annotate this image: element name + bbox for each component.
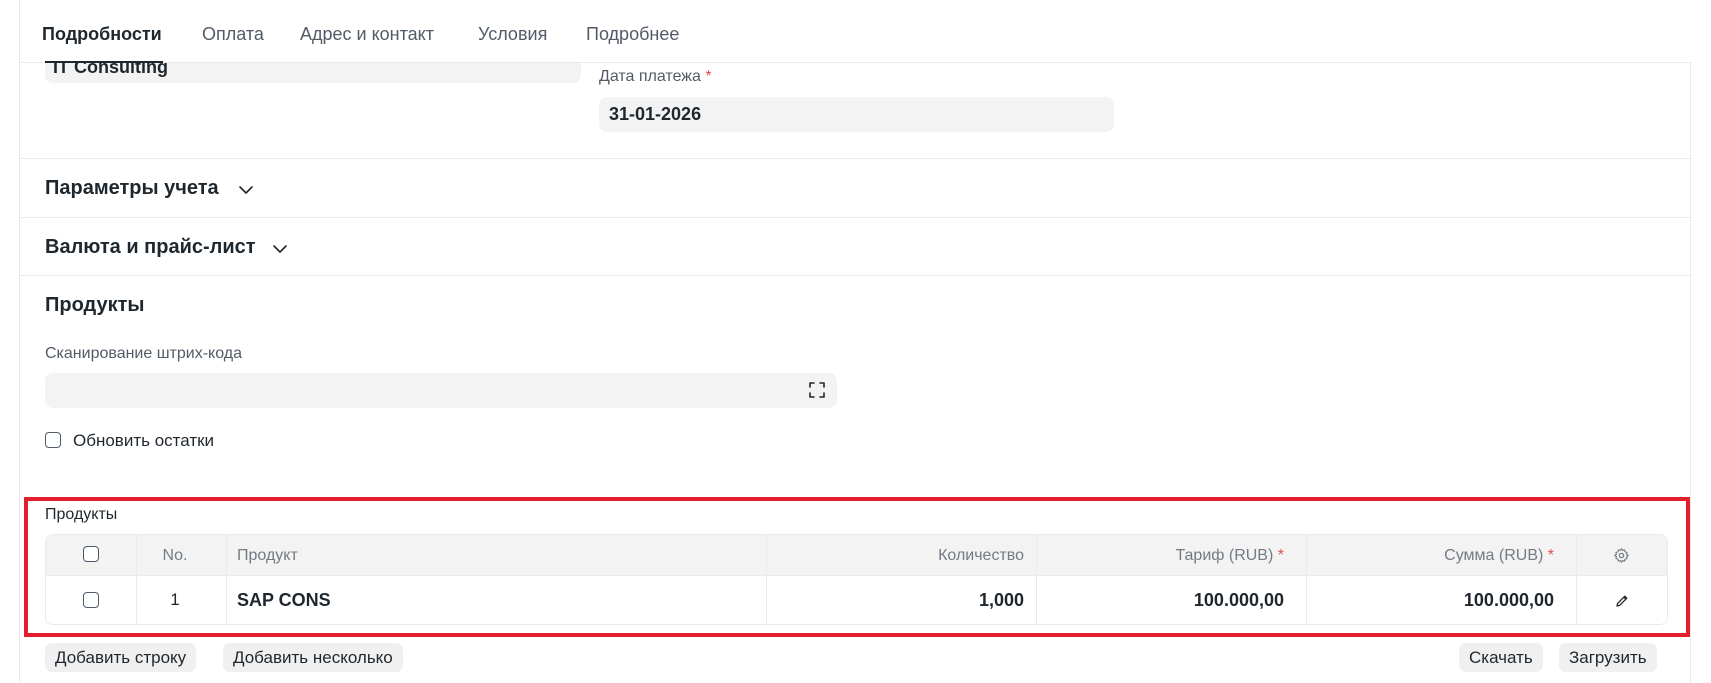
add-multiple-button[interactable]: Добавить несколько [223, 643, 403, 672]
column-separator [136, 535, 137, 624]
edit-pencil-icon[interactable] [1614, 593, 1630, 609]
barcode-label: Сканирование штрих-кода [45, 345, 242, 362]
items-table: No. Продукт Количество Тариф (RUB) * Сум… [45, 534, 1668, 625]
row-qty[interactable]: 1,000 [766, 590, 1024, 611]
chevron-down-icon[interactable] [237, 181, 255, 199]
row-rate[interactable]: 100.000,00 [1034, 590, 1284, 611]
tab-details[interactable]: Подробности [42, 24, 162, 45]
form-tabs: Подробности Оплата Адрес и контакт Услов… [20, 0, 1692, 63]
column-header-qty: Количество [938, 547, 1024, 564]
row-checkbox[interactable] [83, 592, 99, 608]
gear-icon[interactable] [1613, 547, 1630, 564]
section-currency-title[interactable]: Валюта и прайс-лист [45, 236, 256, 259]
fullscreen-scan-icon[interactable] [808, 381, 826, 399]
row-no: 1 [170, 590, 180, 609]
divider [20, 275, 1692, 276]
active-tab-indicator [45, 61, 163, 63]
update-stock-checkbox[interactable] [45, 432, 61, 448]
select-all-checkbox[interactable] [83, 546, 99, 562]
upload-button[interactable]: Загрузить [1559, 643, 1657, 672]
chevron-down-icon[interactable] [271, 240, 289, 258]
column-header-amount: Сумма (RUB) * [1444, 547, 1554, 564]
form-card: IT Consulting Подробности Оплата Адрес и… [19, 0, 1692, 683]
barcode-input[interactable] [45, 373, 837, 408]
add-row-button[interactable]: Добавить строку [45, 643, 197, 672]
column-separator [1576, 535, 1577, 624]
column-separator [1306, 535, 1307, 624]
table-header: No. Продукт Количество Тариф (RUB) * Сум… [46, 535, 1667, 576]
divider [20, 217, 1692, 218]
column-separator [226, 535, 227, 624]
section-products-title: Продукты [45, 294, 145, 316]
page: IT Consulting Подробности Оплата Адрес и… [0, 0, 1711, 683]
column-header-product: Продукт [237, 547, 298, 564]
column-separator [766, 535, 767, 624]
column-header-rate: Тариф (RUB) * [1175, 547, 1284, 564]
row-amount: 100.000,00 [1463, 590, 1554, 610]
section-accounting-title[interactable]: Параметры учета [45, 177, 219, 200]
column-separator [1036, 535, 1037, 624]
items-grid-label: Продукты [45, 506, 118, 523]
download-button[interactable]: Скачать [1459, 643, 1543, 672]
payment-date-label: Дата платежа * [599, 68, 712, 85]
tab-more[interactable]: Подробнее [586, 24, 679, 45]
column-header-no: No. [162, 547, 188, 564]
divider [20, 158, 1692, 159]
row-product[interactable]: SAP CONS [237, 590, 331, 611]
table-row[interactable]: 1 SAP CONS 1,000 100.000,00 100.000,00 [46, 576, 1667, 624]
tab-payment[interactable]: Оплата [202, 24, 264, 45]
tab-address-contact[interactable]: Адрес и контакт [300, 24, 434, 45]
tab-terms[interactable]: Условия [478, 24, 547, 45]
payment-date-value: 31-01-2026 [609, 104, 702, 124]
update-stock-label: Обновить остатки [73, 431, 215, 450]
